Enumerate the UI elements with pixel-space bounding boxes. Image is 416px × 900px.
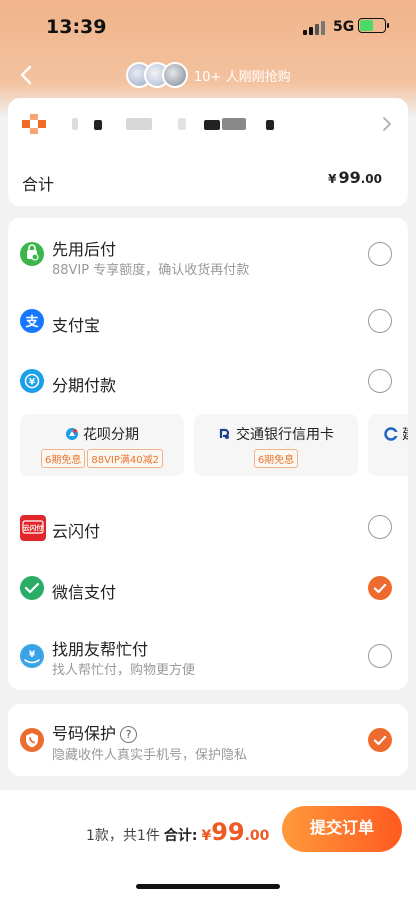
redacted-text bbox=[94, 120, 102, 130]
bocom-icon bbox=[219, 428, 230, 439]
payment-subtitle: 88VIP 专享额度，确认收货再付款 bbox=[52, 263, 250, 278]
ccb-icon bbox=[384, 427, 398, 441]
payment-title: 找朋友帮忙付 bbox=[52, 640, 149, 659]
redacted-text bbox=[204, 120, 220, 130]
svg-text:¥: ¥ bbox=[29, 378, 36, 388]
nav-bar: 10+ 人刚刚抢购 bbox=[0, 54, 416, 98]
total-amount: 99 bbox=[338, 168, 361, 187]
total-word: 合计: bbox=[163, 828, 198, 844]
status-time: 13:39 bbox=[46, 16, 107, 38]
wechat-pay-icon bbox=[20, 576, 44, 600]
svg-text:云闪付: 云闪付 bbox=[23, 523, 43, 532]
radio-button[interactable] bbox=[368, 242, 392, 266]
redacted-text bbox=[126, 118, 152, 130]
store-logo-icon bbox=[22, 114, 46, 134]
checkmark-icon bbox=[373, 735, 387, 746]
back-button[interactable] bbox=[12, 60, 42, 90]
friend-pay-icon: ¥ bbox=[20, 644, 44, 668]
item-count: 1款，共1件 bbox=[86, 828, 160, 844]
payment-option-unionpay[interactable]: 云闪付 云闪付 bbox=[8, 497, 408, 555]
installment-icon: ¥ bbox=[20, 369, 44, 393]
order-summary: 1款，共1件 合计: ¥99.00 bbox=[86, 818, 269, 846]
payment-title: 先用后付 bbox=[52, 240, 117, 259]
number-protection-card[interactable]: 号码保护? 隐藏收件人真实手机号，保护隐私 bbox=[8, 704, 408, 776]
total-price: ¥99.00 bbox=[328, 168, 382, 187]
payment-option-wechat[interactable]: 微信支付 bbox=[8, 558, 408, 616]
battery-icon bbox=[358, 18, 389, 33]
payment-option-pay-later[interactable]: 先用后付 88VIP 专享额度，确认收货再付款 bbox=[8, 218, 408, 278]
payment-title: 支付宝 bbox=[52, 316, 101, 335]
payment-title: 云闪付 bbox=[52, 522, 101, 541]
installment-option-huabei[interactable]: 花呗分期 6期免息 88VIP满40减2 bbox=[20, 414, 184, 476]
redacted-text bbox=[72, 118, 78, 130]
submit-order-button[interactable]: 提交订单 bbox=[282, 806, 402, 852]
radio-button[interactable] bbox=[368, 644, 392, 668]
payment-option-alipay[interactable]: 支 支付宝 bbox=[8, 292, 408, 350]
status-bar: 13:39 5G bbox=[0, 0, 416, 54]
privacy-title: 号码保护 bbox=[52, 724, 117, 743]
alipay-icon: 支 bbox=[20, 309, 44, 333]
radio-button-checked[interactable] bbox=[368, 576, 392, 600]
svg-text:¥: ¥ bbox=[29, 650, 36, 660]
total-amount: 99 bbox=[211, 818, 245, 846]
installment-name: 交通银行信用卡 bbox=[236, 427, 334, 443]
payment-title: 微信支付 bbox=[52, 583, 117, 602]
shield-phone-icon bbox=[20, 728, 44, 752]
pay-later-icon bbox=[20, 242, 44, 266]
home-indicator[interactable] bbox=[136, 884, 280, 889]
huabei-icon bbox=[66, 428, 78, 440]
avatar bbox=[162, 62, 188, 88]
chevron-left-icon bbox=[20, 65, 32, 85]
social-proof-text: 10+ 人刚刚抢购 bbox=[194, 70, 291, 85]
installment-option-bocom[interactable]: 交通银行信用卡 6期免息 bbox=[194, 414, 358, 476]
help-icon[interactable]: ? bbox=[120, 726, 138, 743]
privacy-subtitle: 隐藏收件人真实手机号，保护隐私 bbox=[52, 748, 248, 763]
total-label: 合计 bbox=[22, 175, 55, 194]
svg-text:支: 支 bbox=[24, 314, 39, 330]
currency-symbol: ¥ bbox=[328, 172, 337, 186]
redacted-text bbox=[222, 118, 246, 130]
payment-title: 分期付款 bbox=[52, 376, 117, 395]
signal-icon bbox=[303, 21, 327, 35]
redacted-text bbox=[178, 118, 186, 130]
buyer-avatars bbox=[126, 62, 190, 90]
checkmark-icon bbox=[373, 583, 387, 594]
payment-subtitle: 找人帮忙付，购物更方便 bbox=[52, 663, 196, 678]
radio-button[interactable] bbox=[368, 369, 392, 393]
payment-option-friend-pay[interactable]: ¥ 找朋友帮忙付 找人帮忙付，购物更方便 bbox=[8, 620, 408, 690]
installment-option-ccb[interactable]: 建 bbox=[368, 414, 408, 476]
total-decimals: .00 bbox=[244, 828, 270, 844]
redacted-text bbox=[266, 120, 274, 130]
chevron-right-icon bbox=[383, 117, 391, 131]
address-card[interactable] bbox=[8, 98, 408, 152]
network-label: 5G bbox=[333, 19, 355, 35]
radio-button[interactable] bbox=[368, 309, 392, 333]
total-decimals: .00 bbox=[360, 172, 382, 186]
promo-tag: 6期免息 bbox=[40, 449, 86, 468]
promo-tag: 6期免息 bbox=[253, 449, 299, 468]
payment-methods-card: 先用后付 88VIP 专享额度，确认收货再付款 支 支付宝 ¥ 分期付款 花呗分… bbox=[8, 218, 408, 690]
installment-name: 建 bbox=[402, 427, 408, 443]
unionpay-quickpass-icon: 云闪付 bbox=[20, 515, 46, 541]
privacy-toggle-checked[interactable] bbox=[368, 728, 392, 752]
promo-tag: 88VIP满40减2 bbox=[87, 449, 163, 468]
payment-option-installment[interactable]: ¥ 分期付款 bbox=[8, 352, 408, 410]
currency-symbol: ¥ bbox=[201, 828, 212, 844]
installment-options: 花呗分期 6期免息88VIP满40减2 交通银行信用卡 6期免息 建 bbox=[20, 414, 408, 480]
order-total-card: 合计 ¥99.00 bbox=[8, 152, 408, 206]
installment-name: 花呗分期 bbox=[83, 427, 139, 443]
radio-button[interactable] bbox=[368, 515, 392, 539]
